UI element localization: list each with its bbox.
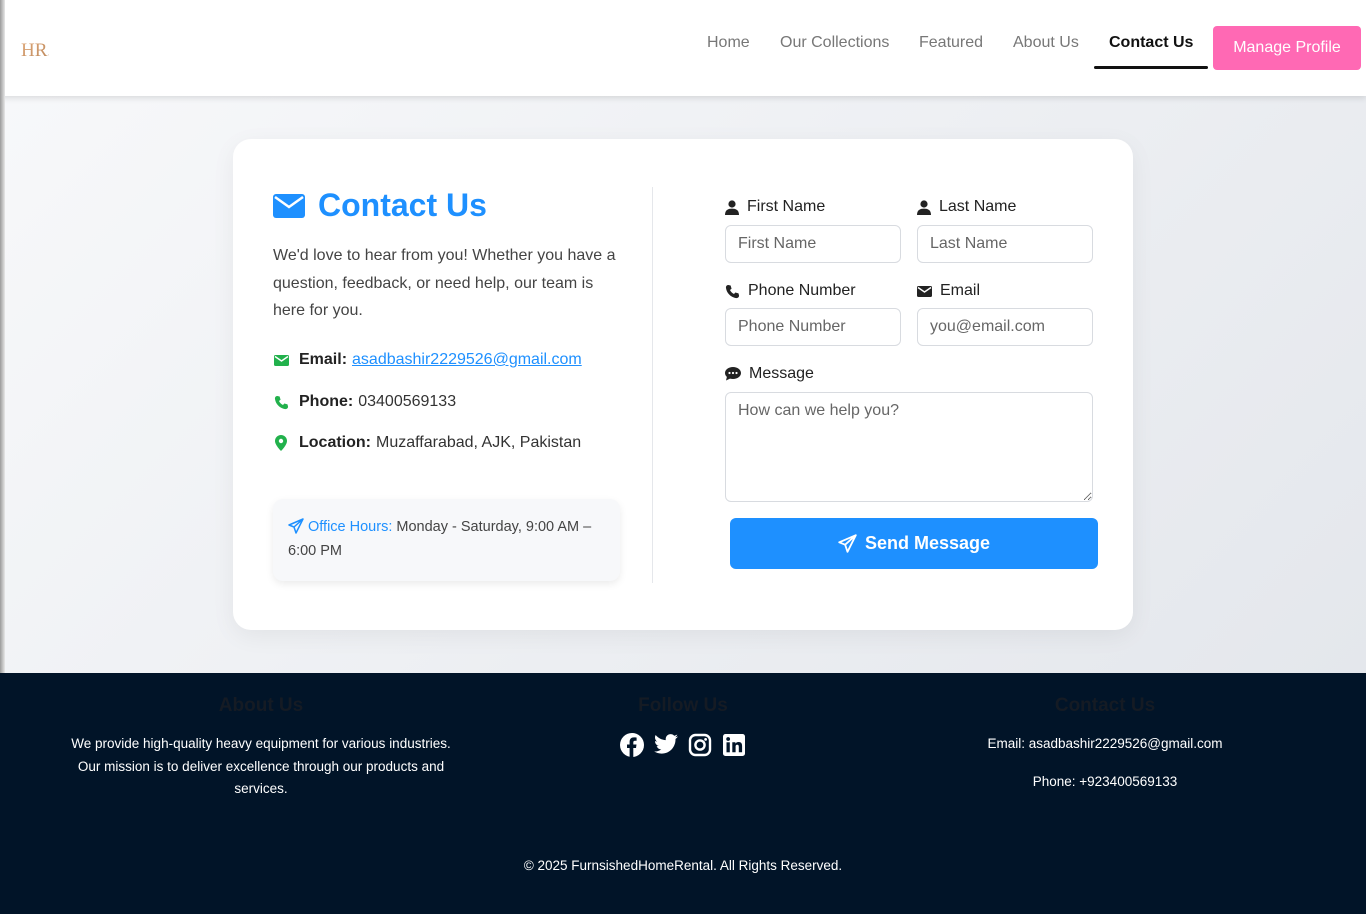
nav-about-us[interactable]: About Us bbox=[1013, 34, 1079, 52]
envelope-icon bbox=[273, 354, 289, 366]
email-label: Email bbox=[917, 282, 980, 300]
footer-about-text: We provide high-quality heavy equipment … bbox=[71, 736, 451, 796]
logo[interactable]: HR. bbox=[21, 38, 49, 60]
nav-home[interactable]: Home bbox=[707, 34, 750, 52]
active-nav-underline bbox=[1094, 66, 1208, 69]
message-label: Message bbox=[725, 365, 814, 383]
user-icon bbox=[725, 199, 739, 215]
location-value: Muzaffarabad, AJK, Pakistan bbox=[376, 434, 582, 451]
contact-intro: We'd love to hear from you! Whether you … bbox=[273, 247, 616, 319]
info-location-row: Location: Muzaffarabad, AJK, Pakistan bbox=[273, 434, 581, 452]
manage-profile-button[interactable]: Manage Profile bbox=[1213, 26, 1361, 70]
instagram-icon[interactable] bbox=[688, 733, 712, 757]
email-label-text: Email bbox=[940, 282, 981, 299]
footer-follow-title: Follow Us bbox=[638, 695, 728, 716]
contact-title-text: Contact Us bbox=[318, 187, 487, 223]
paper-plane-icon bbox=[288, 518, 304, 534]
nav-our-collections[interactable]: Our Collections bbox=[780, 34, 889, 52]
contact-card: Contact Us We'd love to hear from you! W… bbox=[233, 139, 1133, 630]
footer-contact-email: Email: asadbashir2229526@gmail.com bbox=[987, 736, 1223, 751]
email-link[interactable]: asadbashir2229526@gmail.com bbox=[352, 351, 582, 369]
phone-number-label: Phone Number bbox=[725, 282, 856, 300]
phone-icon bbox=[273, 395, 289, 410]
footer-follow: Follow Us bbox=[583, 695, 783, 757]
first-name-label-text: First Name bbox=[747, 198, 826, 215]
copyright-text: © 2025 FurnsishedHomeRental. All Rights … bbox=[523, 858, 843, 873]
last-name-input[interactable] bbox=[917, 225, 1093, 263]
office-hours-label: Office Hours: bbox=[308, 519, 393, 535]
envelope-icon bbox=[273, 193, 305, 218]
contact-heading: Contact Us bbox=[273, 187, 487, 224]
phone-icon bbox=[725, 284, 740, 299]
comment-dots-icon bbox=[725, 367, 741, 381]
footer-about: About Us We provide high-quality heavy e… bbox=[60, 695, 462, 801]
first-name-label: First Name bbox=[725, 198, 825, 216]
footer-contact: Contact Us Email: asadbashir2229526@gmai… bbox=[955, 695, 1255, 793]
info-phone-row: Phone: 03400569133 bbox=[273, 393, 456, 411]
phone-label: Phone: bbox=[299, 393, 354, 410]
paper-plane-icon bbox=[838, 534, 857, 553]
facebook-icon[interactable] bbox=[620, 733, 644, 757]
message-label-text: Message bbox=[749, 365, 814, 382]
location-label: Location: bbox=[299, 434, 371, 451]
social-links bbox=[583, 733, 783, 757]
message-textarea[interactable] bbox=[725, 392, 1093, 502]
send-message-button[interactable]: Send Message bbox=[730, 518, 1098, 569]
last-name-label: Last Name bbox=[917, 198, 1016, 216]
office-hours-box: Office Hours: Monday - Saturday, 9:00 AM… bbox=[273, 499, 620, 581]
phone-number-input[interactable] bbox=[725, 308, 901, 346]
footer-about-title: About Us bbox=[218, 695, 304, 716]
nav-featured[interactable]: Featured bbox=[919, 34, 983, 52]
email-label: Email: bbox=[299, 351, 348, 368]
footer-contact-title: Contact Us bbox=[1054, 695, 1156, 716]
site-footer: About Us We provide high-quality heavy e… bbox=[0, 673, 1366, 914]
send-message-label: Send Message bbox=[864, 533, 991, 553]
column-divider bbox=[652, 187, 653, 583]
email-input[interactable] bbox=[917, 308, 1093, 346]
last-name-label-text: Last Name bbox=[939, 198, 1017, 215]
main-content: Contact Us We'd love to hear from you! W… bbox=[0, 96, 1366, 673]
linkedin-icon[interactable] bbox=[722, 733, 746, 757]
phone-value: 03400569133 bbox=[358, 393, 457, 410]
nav-contact-us[interactable]: Contact Us bbox=[1109, 34, 1193, 52]
footer-contact-phone: Phone: +923400569133 bbox=[1032, 773, 1178, 789]
phone-number-label-text: Phone Number bbox=[748, 282, 856, 299]
user-icon bbox=[917, 199, 931, 215]
info-email-row: Email: asadbashir2229526@gmail.com bbox=[273, 351, 582, 369]
twitter-icon[interactable] bbox=[654, 733, 678, 757]
map-pin-icon bbox=[273, 435, 289, 451]
first-name-input[interactable] bbox=[725, 225, 901, 263]
left-edge-shadow bbox=[0, 0, 5, 673]
site-header: HR. Home Our Collections Featured About … bbox=[0, 0, 1366, 96]
envelope-icon bbox=[917, 285, 932, 297]
logo-text: HR. bbox=[21, 40, 49, 60]
